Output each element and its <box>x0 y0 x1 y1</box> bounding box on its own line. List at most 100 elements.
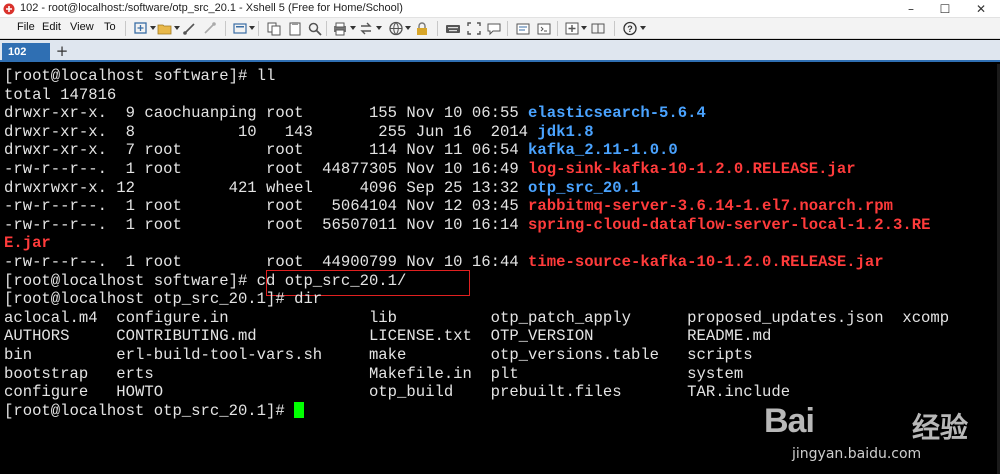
globe-icon[interactable] <box>388 21 404 36</box>
toolbar-separator <box>614 21 615 36</box>
terminal-line: drwxr-xr-x. 7 root root 114 Nov 11 06:54… <box>4 141 678 160</box>
chevron-down-icon[interactable] <box>350 26 356 30</box>
terminal-line: [root@localhost software]# cd otp_src_20… <box>4 272 406 291</box>
toolbar-separator <box>557 21 558 36</box>
terminal-line: drwxr-xr-x. 9 caochuanping root 155 Nov … <box>4 104 706 123</box>
file-name: spring-cloud-dataflow-server-local-1.2.3… <box>528 215 931 234</box>
file-name: rabbitmq-server-3.6.14-1.el7.noarch.rpm <box>528 197 893 216</box>
terminal-line: -rw-r--r--. 1 root root 5064104 Nov 12 0… <box>4 197 893 216</box>
file-name: time-source-kafka-10-1.2.0.RELEASE.jar <box>528 253 884 271</box>
terminal-text: configure HOWTO otp_build prebuilt.files… <box>4 383 791 402</box>
toolbar-separator <box>225 21 226 36</box>
maximize-button[interactable]: ☐ <box>930 0 960 18</box>
toolbar-separator <box>125 21 126 36</box>
chevron-down-icon[interactable] <box>581 26 587 30</box>
terminal-text: -rw-r--r--. 1 root root 44900799 Nov 10 … <box>4 253 529 271</box>
watermark-brand: Bai <box>764 402 815 440</box>
menu-view[interactable]: View <box>70 21 94 33</box>
toolbar-separator <box>258 21 259 36</box>
terminal-line: AUTHORS CONTRIBUTING.md LICENSE.txt OTP_… <box>4 327 771 346</box>
open-folder-icon[interactable] <box>157 21 173 36</box>
terminal-line: aclocal.m4 configure.in lib otp_patch_ap… <box>4 309 949 328</box>
terminal-line: bin erl-build-tool-vars.sh make otp_vers… <box>4 346 753 365</box>
terminal-text: AUTHORS CONTRIBUTING.md LICENSE.txt OTP_… <box>4 327 772 346</box>
help-icon[interactable]: ? <box>622 21 638 36</box>
svg-text:?: ? <box>627 24 633 34</box>
xshell-logo-icon <box>3 3 15 15</box>
keyboard-icon[interactable] <box>445 21 461 36</box>
window-title: 102 - root@localhost:/software/otp_src_2… <box>20 2 403 14</box>
directory-name: elasticsearch-5.6.4 <box>528 104 706 123</box>
terminal-line: bootstrap erts Makefile.in plt system <box>4 365 743 384</box>
reconnect-icon[interactable] <box>182 21 198 36</box>
terminal-line: total 147816 <box>4 86 116 105</box>
terminal-line: configure HOWTO otp_build prebuilt.files… <box>4 383 790 402</box>
copy-icon[interactable] <box>266 21 282 36</box>
terminal-text: -rw-r--r--. 1 root root 5064104 Nov 12 0… <box>4 197 529 216</box>
lock-icon[interactable] <box>414 21 430 36</box>
terminal-line: -rw-r--r--. 1 root root 56507011 Nov 10 … <box>4 216 930 235</box>
watermark-url: jingyan.baidu.com <box>792 446 922 462</box>
layout-icon[interactable] <box>590 21 606 36</box>
terminal-text: -rw-r--r--. 1 root root 56507011 Nov 10 … <box>4 215 529 234</box>
terminal-line: [root@localhost otp_src_20.1]# <box>4 401 305 421</box>
file-name: E.jar <box>4 234 51 253</box>
terminal-text: aclocal.m4 configure.in lib otp_patch_ap… <box>4 308 950 327</box>
tab-session-102[interactable]: 102 <box>2 43 50 62</box>
terminal-line: drwxr-xr-x. 8 10 143 255 Jun 16 2014 jdk… <box>4 123 594 142</box>
new-tab-button[interactable]: + <box>54 44 70 60</box>
menu-edit[interactable]: Edit <box>42 21 61 33</box>
terminal-text: drwxr-xr-x. 7 root root 114 Nov 11 06:54 <box>4 141 529 160</box>
close-button[interactable]: ✕ <box>966 0 996 18</box>
paste-icon[interactable] <box>287 21 303 36</box>
terminal-text: drwxr-xr-x. 8 10 143 255 Jun 16 2014 <box>4 122 538 141</box>
chevron-down-icon[interactable] <box>174 26 180 30</box>
chat-icon[interactable] <box>486 21 502 36</box>
properties-icon[interactable] <box>232 21 248 36</box>
toolbar-separator <box>326 21 327 36</box>
terminal-line: drwxrwxr-x. 12 421 wheel 4096 Sep 25 13:… <box>4 179 640 198</box>
terminal-cursor <box>294 401 305 418</box>
chevron-down-icon[interactable] <box>150 26 156 30</box>
minimize-button[interactable]: – <box>896 0 926 18</box>
toolbar-separator <box>507 21 508 36</box>
terminal-text: [root@localhost software]# ll <box>4 67 276 85</box>
transfer-icon[interactable] <box>358 21 374 36</box>
toolbar-separator <box>437 21 438 36</box>
terminal-line: [root@localhost software]# ll <box>4 67 275 86</box>
terminal-text: bootstrap erts Makefile.in plt system <box>4 364 744 383</box>
terminal-text: total 147816 <box>4 85 117 104</box>
chevron-down-icon[interactable] <box>405 26 411 30</box>
directory-name: kafka_2.11-1.0.0 <box>528 141 678 160</box>
terminal-text: [root@localhost otp_src_20.1]# dir <box>4 290 323 309</box>
terminal-text: bin erl-build-tool-vars.sh make otp_vers… <box>4 346 753 364</box>
terminal-line: [root@localhost otp_src_20.1]# dir <box>4 290 322 309</box>
chevron-down-icon[interactable] <box>640 26 646 30</box>
chevron-down-icon[interactable] <box>376 26 382 30</box>
terminal-line: E.jar <box>4 234 51 253</box>
terminal-text: [root@localhost software]# cd otp_src_20… <box>4 271 407 290</box>
watermark-brand-suffix: 经验 <box>912 412 969 443</box>
disconnect-icon[interactable] <box>202 21 218 36</box>
baidu-jingyan-watermark: Bai 经验 jingyan.baidu.com <box>764 402 992 468</box>
terminal-text: drwxr-xr-x. 9 caochuanping root 155 Nov … <box>4 104 529 123</box>
terminal-line: -rw-r--r--. 1 root root 44877305 Nov 10 … <box>4 160 856 179</box>
fullscreen-icon[interactable] <box>466 21 482 36</box>
new-session-icon[interactable] <box>133 21 149 36</box>
menu-toolbar: File Edit View To ? <box>0 18 1000 39</box>
file-name: log-sink-kafka-10-1.2.0.RELEASE.jar <box>528 160 856 178</box>
menu-tools[interactable]: To <box>104 21 116 33</box>
chevron-down-icon[interactable] <box>249 26 255 30</box>
directory-name: otp_src_20.1 <box>528 178 641 197</box>
terminal-text: [root@localhost otp_src_20.1]# <box>4 401 295 420</box>
menu-file[interactable]: File <box>17 21 35 33</box>
directory-name: jdk1.8 <box>537 122 594 141</box>
compose-icon[interactable] <box>515 21 531 36</box>
find-icon[interactable] <box>307 21 323 36</box>
title-bar: 102 - root@localhost:/software/otp_src_2… <box>0 0 1000 18</box>
session-tab-bar: 102 + <box>0 40 1000 62</box>
add-icon[interactable] <box>564 21 580 36</box>
terminal-text: -rw-r--r--. 1 root root 44877305 Nov 10 … <box>4 160 529 178</box>
print-icon[interactable] <box>332 21 348 36</box>
script-icon[interactable] <box>536 21 552 36</box>
